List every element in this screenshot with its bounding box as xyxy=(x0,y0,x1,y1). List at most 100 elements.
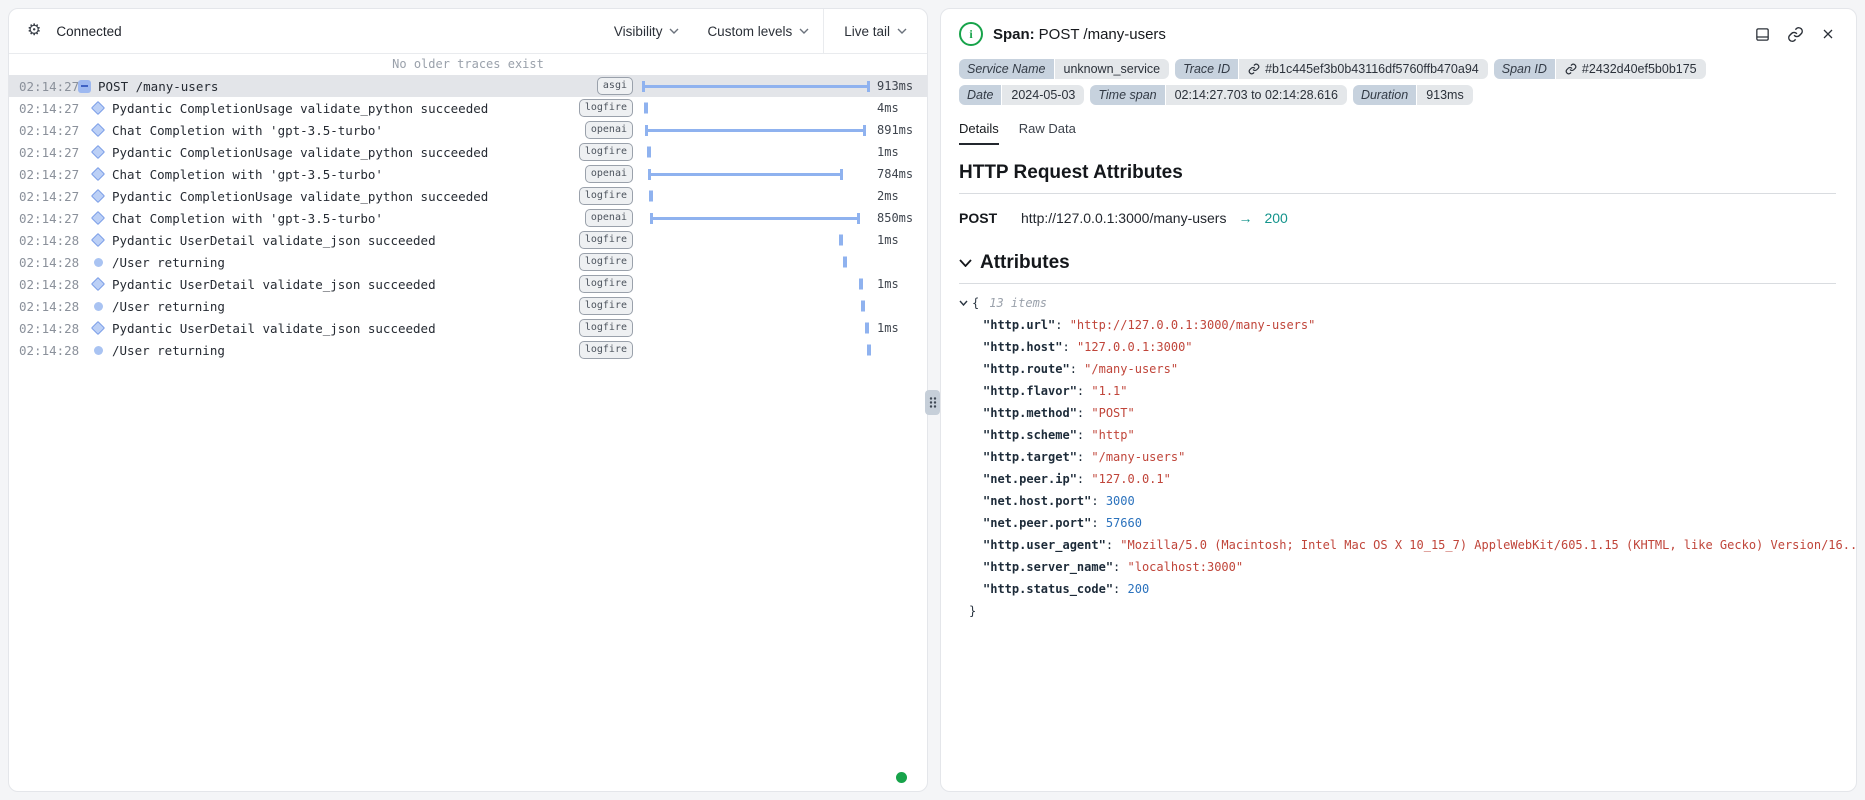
trace-row[interactable]: 02:14:27 Chat Completion with 'gpt-3.5-t… xyxy=(9,163,927,185)
diamond-icon xyxy=(91,101,105,115)
close-icon[interactable] xyxy=(1820,26,1836,42)
duration-bar xyxy=(642,251,870,273)
trace-row[interactable]: 02:14:28 /User returning logfire xyxy=(9,339,927,361)
panel-icon[interactable] xyxy=(1754,26,1771,43)
trace-row[interactable]: 02:14:28 Pydantic UserDetail validate_js… xyxy=(9,229,927,251)
span-name-label: POST /many-users xyxy=(1039,26,1166,43)
trace-row[interactable]: 02:14:27 Chat Completion with 'gpt-3.5-t… xyxy=(9,119,927,141)
trace-row[interactable]: 02:14:27 Pydantic CompletionUsage valida… xyxy=(9,185,927,207)
badge-label: Trace ID xyxy=(1175,59,1238,79)
chevron-down-icon[interactable] xyxy=(959,300,968,306)
attribute-value: "1.1" xyxy=(1091,384,1127,398)
badge-label: Duration xyxy=(1353,85,1416,105)
live-tail-dropdown[interactable]: Live tail xyxy=(823,9,927,53)
badge-label: Span ID xyxy=(1494,59,1555,79)
trace-timestamp: 02:14:28 xyxy=(19,299,77,314)
trace-row[interactable]: 02:14:27 Pydantic CompletionUsage valida… xyxy=(9,97,927,119)
minus-square-icon xyxy=(78,80,91,93)
duration-label: 1ms xyxy=(877,321,927,335)
attribute-key: "http.method" xyxy=(983,406,1077,420)
attribute-value: 57660 xyxy=(1106,516,1142,530)
trace-row[interactable]: 02:14:28 Pydantic UserDetail validate_js… xyxy=(9,317,927,339)
span-name: Pydantic UserDetail validate_json succee… xyxy=(112,233,436,248)
badge-value-text: 913ms xyxy=(1426,88,1464,102)
trace-timestamp: 02:14:27 xyxy=(19,189,77,204)
attribute-key: "http.server_name" xyxy=(983,560,1113,574)
duration-label: 850ms xyxy=(877,211,927,225)
scope-tag: logfire xyxy=(579,253,633,271)
attribute-row: "net.host.port": 3000 xyxy=(959,490,1836,512)
panel-resize-handle[interactable] xyxy=(925,390,940,415)
duration-bar xyxy=(642,97,870,119)
http-request-attributes-heading: HTTP Request Attributes xyxy=(959,162,1836,184)
badge-value[interactable]: #2432d40ef5b0b175 xyxy=(1556,59,1706,79)
trace-list-panel: ⚙ Connected Visibility Custom levels Liv… xyxy=(8,8,928,792)
attribute-row: "http.target": "/many-users" xyxy=(959,446,1836,468)
diamond-icon xyxy=(91,321,105,335)
duration-bar xyxy=(642,229,870,251)
attribute-value: 200 xyxy=(1128,582,1150,596)
trace-row[interactable]: 02:14:27 POST /many-users asgi 913ms xyxy=(9,75,927,97)
trace-timestamp: 02:14:27 xyxy=(19,123,77,138)
attribute-value: "/many-users" xyxy=(1091,450,1185,464)
diamond-icon xyxy=(91,211,105,225)
span-name: Pydantic CompletionUsage validate_python… xyxy=(112,145,488,160)
diamond-icon xyxy=(91,123,105,137)
duration-bar xyxy=(642,207,870,229)
trace-timestamp: 02:14:28 xyxy=(19,321,77,336)
attribute-value: "localhost:3000" xyxy=(1128,560,1244,574)
attribute-row: "net.peer.port": 57660 xyxy=(959,512,1836,534)
chevron-down-icon xyxy=(897,28,907,34)
trace-timestamp: 02:14:27 xyxy=(19,79,77,94)
badge-value-text: #2432d40ef5b0b175 xyxy=(1582,62,1697,76)
duration-bar xyxy=(642,119,870,141)
attribute-key: "http.url" xyxy=(983,318,1055,332)
circle-icon xyxy=(94,302,103,311)
diamond-icon xyxy=(91,189,105,203)
scope-tag: asgi xyxy=(597,77,633,95)
attribute-row: "http.url": "http://127.0.0.1:3000/many-… xyxy=(959,314,1836,336)
attribute-key: "http.target" xyxy=(983,450,1077,464)
link-icon xyxy=(1565,63,1577,75)
attribute-value: "http" xyxy=(1091,428,1134,442)
attribute-row: "net.peer.ip": "127.0.0.1" xyxy=(959,468,1836,490)
link-icon[interactable] xyxy=(1787,26,1804,43)
scope-tag: logfire xyxy=(579,275,633,293)
meta-badge: Span ID #2432d40ef5b0b175 xyxy=(1494,59,1706,79)
visibility-dropdown[interactable]: Visibility xyxy=(600,9,694,53)
attributes-json-tree: { 13 items "http.url": "http://127.0.0.1… xyxy=(959,292,1836,622)
trace-row[interactable]: 02:14:28 /User returning logfire xyxy=(9,251,927,273)
tab-details[interactable]: Details xyxy=(959,121,999,145)
attribute-key: "http.flavor" xyxy=(983,384,1077,398)
attribute-value: "127.0.0.1" xyxy=(1091,472,1170,486)
badge-value-text: 02:14:27.703 to 02:14:28.616 xyxy=(1175,88,1338,102)
trace-row[interactable]: 02:14:28 /User returning logfire xyxy=(9,295,927,317)
items-count: 13 items xyxy=(989,296,1047,310)
attribute-row: "http.method": "POST" xyxy=(959,402,1836,424)
scope-tag: logfire xyxy=(579,231,633,249)
http-status-code: 200 xyxy=(1264,210,1287,226)
trace-row[interactable]: 02:14:27 Chat Completion with 'gpt-3.5-t… xyxy=(9,207,927,229)
trace-row[interactable]: 02:14:28 Pydantic UserDetail validate_js… xyxy=(9,273,927,295)
trace-row[interactable]: 02:14:27 Pydantic CompletionUsage valida… xyxy=(9,141,927,163)
http-url: http://127.0.0.1:3000/many-users xyxy=(1021,210,1226,226)
badge-label: Date xyxy=(959,85,1001,105)
open-brace: { xyxy=(972,296,979,310)
attributes-heading[interactable]: Attributes xyxy=(959,252,1836,274)
duration-bar xyxy=(642,295,870,317)
duration-bar xyxy=(642,163,870,185)
scope-tag: openai xyxy=(585,165,633,183)
custom-levels-dropdown[interactable]: Custom levels xyxy=(693,9,823,53)
json-root-line: { 13 items xyxy=(959,292,1836,314)
gear-icon[interactable]: ⚙ xyxy=(27,23,41,39)
duration-bar xyxy=(642,339,870,361)
tab-raw-data[interactable]: Raw Data xyxy=(1019,121,1076,145)
span-name: /User returning xyxy=(112,255,225,270)
attribute-key: "http.host" xyxy=(983,340,1062,354)
attribute-key: "http.user_agent" xyxy=(983,538,1106,552)
badge-value[interactable]: #b1c445ef3b0b43116df5760ffb470a94 xyxy=(1239,59,1488,79)
trace-timestamp: 02:14:28 xyxy=(19,343,77,358)
attribute-key: "net.host.port" xyxy=(983,494,1091,508)
badge-value-text: unknown_service xyxy=(1064,62,1161,76)
attribute-key: "net.peer.port" xyxy=(983,516,1091,530)
